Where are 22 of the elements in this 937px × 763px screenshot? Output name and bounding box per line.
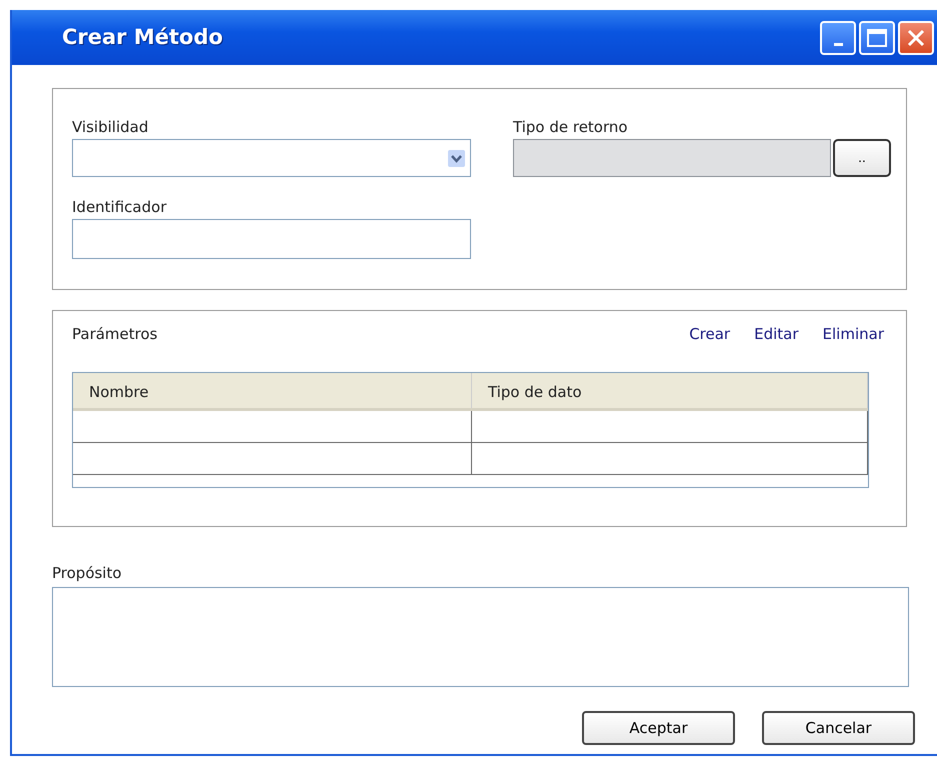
minimize-button[interactable] [820,20,856,54]
column-header: Nombre [73,372,472,408]
close-icon [906,28,926,48]
identifier-field[interactable] [72,219,471,259]
section-title: Parámetros [72,324,158,345]
purpose-field[interactable] [52,587,909,687]
field-label: Visibilidad [72,117,150,137]
close-button[interactable] [898,20,934,54]
field-label: Tipo de retorno [513,117,629,137]
maximize-icon [867,28,887,46]
visibility-dropdown[interactable] [72,139,471,177]
dialog-button[interactable]: Cancelar [762,711,915,745]
maximize-button[interactable] [859,20,895,54]
field-label: Propósito [52,563,123,583]
action-link[interactable]: Eliminar [822,323,884,346]
action-link[interactable]: Editar [754,323,799,346]
field-label: Identificador [72,197,168,217]
minimize-icon [834,43,842,46]
column-header: Tipo de dato [472,372,868,408]
window-title: Crear Método [62,24,223,51]
dialog-button[interactable]: Aceptar [582,711,735,745]
action-link[interactable]: Crear [689,323,730,346]
